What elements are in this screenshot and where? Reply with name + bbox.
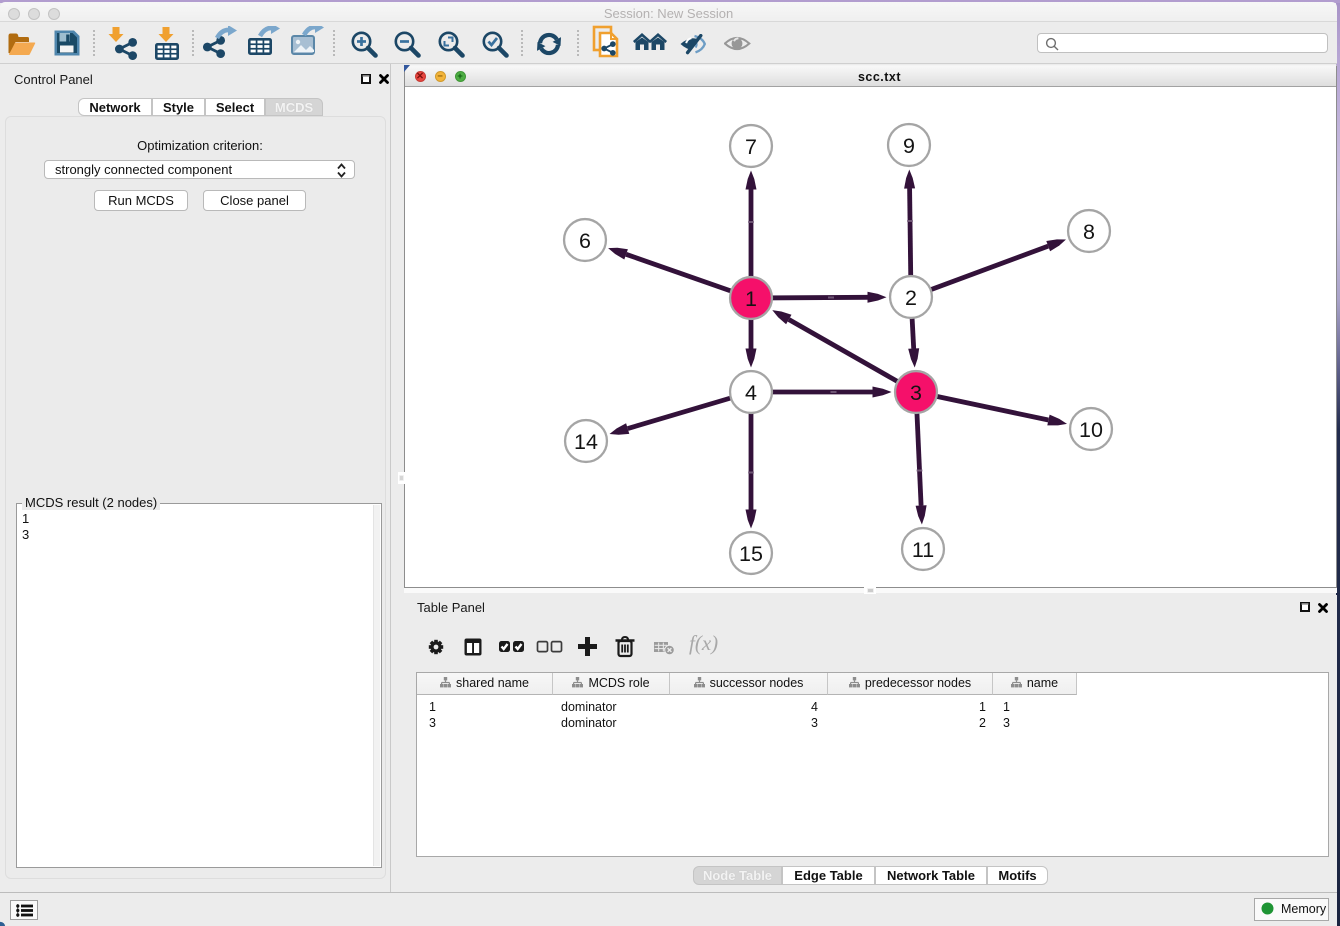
svg-text:9: 9 (903, 134, 915, 158)
svg-text:11: 11 (912, 538, 934, 562)
svg-text:2: 2 (905, 286, 917, 310)
svg-text:1: 1 (745, 287, 757, 311)
svg-text:3: 3 (910, 381, 922, 405)
svg-text:4: 4 (745, 381, 757, 405)
svg-text:7: 7 (745, 135, 757, 159)
svg-text:10: 10 (1079, 418, 1103, 442)
svg-text:8: 8 (1083, 220, 1095, 244)
svg-text:15: 15 (739, 542, 763, 566)
svg-text:6: 6 (579, 229, 591, 253)
svg-text:14: 14 (574, 430, 598, 454)
svg-text:f(x): f(x) (689, 633, 718, 655)
